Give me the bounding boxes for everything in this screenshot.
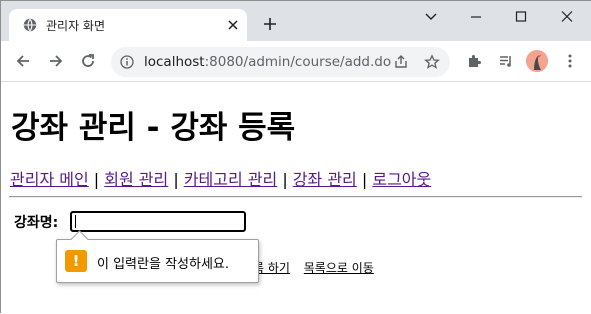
nav-separator: | (361, 170, 368, 189)
admin-nav-menu: 관리자 메인 | 회원 관리 | 카테고리 관리 | 강좌 관리 | 로그아웃 (10, 166, 431, 190)
page-title: 강좌 관리 - 강좌 등록 (11, 110, 296, 146)
bookmark-star-icon[interactable] (424, 54, 440, 70)
forward-icon[interactable] (48, 53, 64, 69)
close-tab-icon[interactable] (227, 19, 239, 31)
browser-window: 관리자 화면 localhost:8080/admin/course/add.d… (0, 0, 591, 314)
nav-link-admin-main[interactable]: 관리자 메인 (10, 170, 89, 189)
course-name-label: 강좌명: (14, 215, 59, 231)
nav-link-member-manage[interactable]: 회원 관리 (104, 170, 168, 189)
extensions-icon[interactable] (466, 53, 482, 69)
more-menu-icon[interactable] (562, 53, 578, 69)
close-window-icon[interactable] (559, 10, 575, 24)
title-bar: 관리자 화면 (1, 1, 591, 41)
address-bar[interactable]: localhost:8080/admin/course/add.do (111, 47, 450, 77)
reading-list-icon[interactable] (498, 53, 514, 69)
tab-search-icon[interactable] (423, 10, 439, 24)
course-name-input[interactable] (70, 211, 246, 232)
maximize-icon[interactable] (513, 10, 529, 24)
divider (9, 196, 582, 198)
reload-icon[interactable] (80, 53, 96, 69)
tab-title: 관리자 화면 (46, 19, 106, 33)
warning-icon: ! (65, 250, 87, 272)
url-text: localhost:8080/admin/course/add.do (144, 54, 392, 70)
profile-avatar[interactable] (526, 50, 548, 72)
profile-picture-icon (526, 50, 548, 72)
globe-icon (23, 18, 37, 32)
minimize-icon[interactable] (468, 10, 484, 24)
nav-link-category-manage[interactable]: 카테고리 관리 (184, 170, 277, 189)
validation-tooltip: ! 이 입력란을 작성하세요. (56, 239, 259, 283)
form-actions: 록 하기 목록으로 이동 (253, 259, 384, 276)
browser-tab[interactable]: 관리자 화면 (9, 9, 247, 41)
nav-separator: | (93, 170, 100, 189)
nav-separator: | (282, 170, 288, 189)
back-to-list-link[interactable]: 목록으로 이동 (304, 261, 374, 275)
nav-link-course-manage[interactable]: 강좌 관리 (293, 170, 357, 189)
share-icon[interactable] (393, 54, 409, 70)
nav-link-logout[interactable]: 로그아웃 (372, 170, 431, 189)
browser-toolbar: localhost:8080/admin/course/add.do (1, 41, 591, 82)
text-caret (75, 215, 76, 228)
new-tab-icon[interactable] (263, 17, 277, 31)
nav-separator: | (173, 170, 179, 189)
site-info-icon[interactable] (120, 55, 134, 69)
back-icon[interactable] (15, 53, 31, 69)
validation-message: 이 입력란을 작성하세요. (97, 257, 229, 272)
